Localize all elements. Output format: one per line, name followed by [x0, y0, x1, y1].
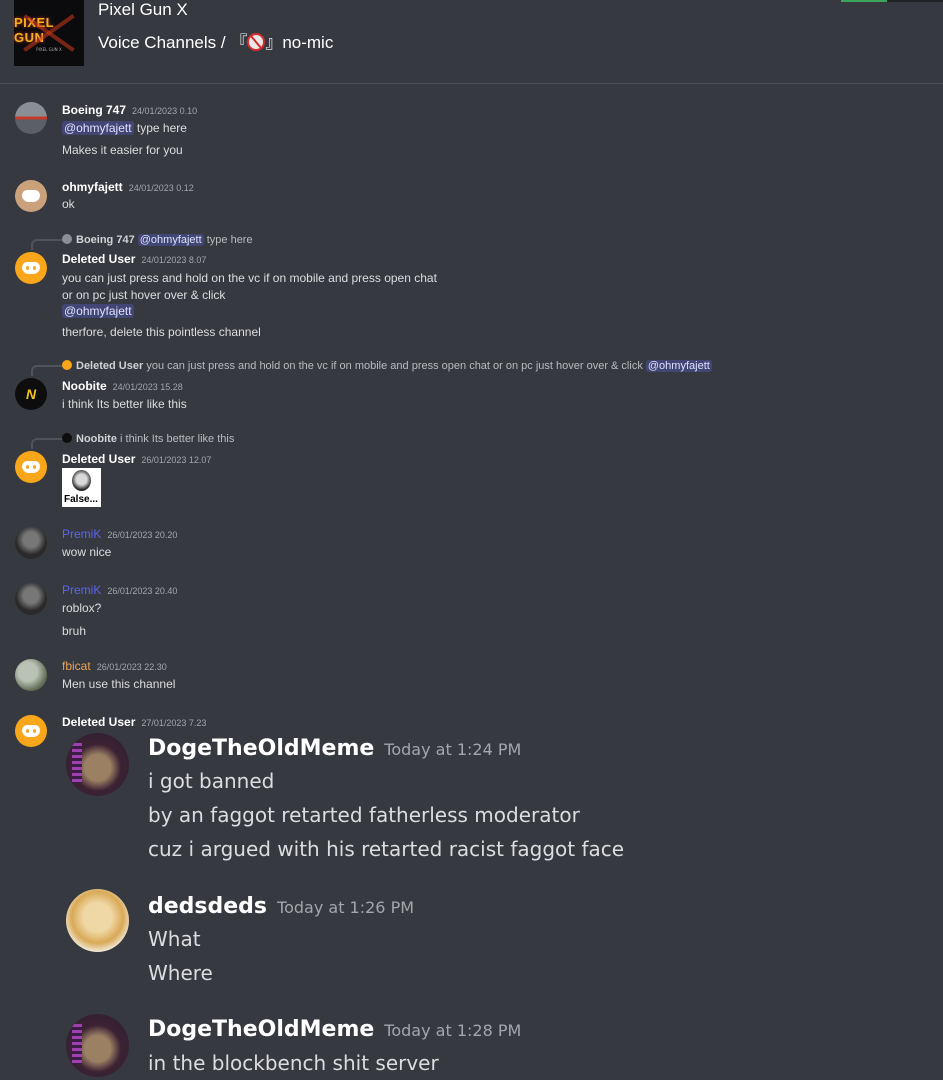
server-name[interactable]: Pixel Gun X [98, 0, 188, 20]
channel-prefix: 『 [230, 33, 248, 52]
discord-logo-icon [22, 262, 40, 274]
reply-connector [31, 239, 63, 250]
screenshot-timestamp: Today at 1:26 PM [277, 898, 415, 917]
message-content: you can just press and hold on the vc if… [62, 271, 437, 285]
message-content: i think Its better like this [62, 397, 187, 411]
message-timestamp: 26/01/2023 20.40 [107, 586, 178, 596]
message-author[interactable]: fbicat 26/01/2023 22.30 [62, 659, 167, 673]
avatar[interactable] [15, 715, 47, 747]
screenshot-author: DogeTheOldMeme Today at 1:24 PM [148, 736, 522, 761]
screenshot-text: cuz i argued with his retarted racist fa… [148, 837, 625, 861]
message-timestamp: 26/01/2023 22.30 [96, 662, 167, 672]
message-timestamp: 26/01/2023 12.07 [141, 455, 212, 465]
server-icon-logo-subtext: PIXEL GUN X [36, 46, 62, 52]
avatar[interactable] [15, 659, 47, 691]
breadcrumb: Voice Channels / 『』no-mic [98, 28, 333, 53]
channel-suffix: 』no-mic [265, 33, 334, 52]
breadcrumb-category[interactable]: Voice Channels / [98, 33, 226, 52]
avatar[interactable] [15, 102, 47, 134]
message-content: therfore, delete this pointless channel [62, 325, 261, 339]
message-author[interactable]: Boeing 747 24/01/2023 0.10 [62, 103, 197, 117]
message-author[interactable]: ohmyfajett 24/01/2023 0.12 [62, 180, 194, 194]
discord-logo-icon [22, 461, 40, 473]
message-timestamp: 24/01/2023 0.12 [128, 183, 194, 193]
screenshot-text: i got banned [148, 769, 275, 793]
avatar[interactable] [15, 527, 47, 559]
avatar[interactable] [15, 451, 47, 483]
message-author[interactable]: Deleted User 27/01/2023 7.23 [62, 715, 206, 729]
user-mention[interactable]: @ohmyfajett [62, 121, 134, 135]
screenshot-avatar [66, 733, 129, 796]
message-timestamp: 26/01/2023 20.20 [107, 530, 178, 540]
image-face [72, 470, 91, 491]
server-icon[interactable]: PIXEL GUN PIXEL GUN X [14, 0, 84, 66]
message-timestamp: 24/01/2023 8.07 [141, 255, 207, 265]
screenshot-avatar [66, 1014, 129, 1077]
discord-logo-icon [22, 725, 40, 737]
reply-avatar [62, 433, 72, 443]
top-dark-bar [887, 0, 943, 2]
message-content: wow nice [62, 545, 112, 559]
message-timestamp: 24/01/2023 15.28 [112, 382, 183, 392]
channel-name[interactable]: 『』no-mic [230, 33, 333, 52]
image-attachment[interactable]: DogeTheOldMeme Today at 1:24 PM i got ban… [62, 733, 943, 1080]
reply-connector [31, 365, 63, 376]
avatar[interactable]: N [15, 378, 47, 410]
image-attachment[interactable]: False... [62, 468, 101, 507]
message-content: roblox? [62, 601, 102, 615]
screenshot-avatar [66, 889, 129, 952]
screenshot-author: dedsdeds Today at 1:26 PM [148, 894, 415, 919]
avatar[interactable] [15, 252, 47, 284]
message-author[interactable]: Noobite 24/01/2023 15.28 [62, 379, 183, 393]
message-content: @ohmyfajett [62, 304, 134, 318]
screenshot-timestamp: Today at 1:28 PM [384, 1021, 522, 1040]
avatar-letter: N [25, 386, 37, 402]
message-content: or on pc just hover over & click [62, 288, 226, 302]
message-timestamp: 27/01/2023 7.23 [141, 718, 207, 728]
message-content: Men use this channel [62, 677, 176, 691]
screenshot-author: DogeTheOldMeme Today at 1:28 PM [148, 1017, 522, 1042]
reply-avatar [62, 234, 72, 244]
user-mention[interactable]: @ohmyfajett [645, 360, 712, 372]
reply-avatar [62, 360, 72, 370]
no-mobile-icon [247, 33, 266, 51]
message-author[interactable]: Deleted User 24/01/2023 8.07 [62, 252, 206, 266]
screenshot-text: by an faggot retarted fatherless moderat… [148, 803, 580, 827]
message-author[interactable]: Deleted User 26/01/2023 12.07 [62, 452, 211, 466]
reply-reference[interactable]: Boeing 747 @ohmyfajett type here [62, 234, 253, 246]
avatar[interactable] [15, 180, 47, 212]
top-accent-bar [841, 0, 887, 2]
message-content: ok [62, 197, 75, 211]
message-content: bruh [62, 624, 87, 638]
screenshot-text: What [148, 927, 201, 951]
message-timestamp: 24/01/2023 0.10 [132, 106, 198, 116]
message-author[interactable]: PremiK 26/01/2023 20.20 [62, 527, 177, 541]
avatar[interactable] [15, 583, 47, 615]
message-author[interactable]: PremiK 26/01/2023 20.40 [62, 583, 177, 597]
discord-logo-icon [22, 190, 40, 202]
message-content: Makes it easier for you [62, 143, 183, 157]
screenshot-timestamp: Today at 1:24 PM [384, 740, 522, 759]
screenshot-text: in the blockbench shit server [148, 1051, 439, 1075]
reply-reference[interactable]: Deleted User you can just press and hold… [62, 360, 712, 372]
user-mention[interactable]: @ohmyfajett [62, 304, 134, 318]
channel-header: PIXEL GUN PIXEL GUN X Pixel Gun X Voice … [0, 0, 943, 84]
reply-connector [31, 438, 63, 449]
screenshot-text: Where [148, 961, 213, 985]
message-content: @ohmyfajett type here [62, 121, 187, 135]
reply-reference[interactable]: Noobite i think Its better like this [62, 433, 234, 445]
image-caption: False... [64, 494, 98, 505]
user-mention[interactable]: @ohmyfajett [137, 234, 204, 246]
